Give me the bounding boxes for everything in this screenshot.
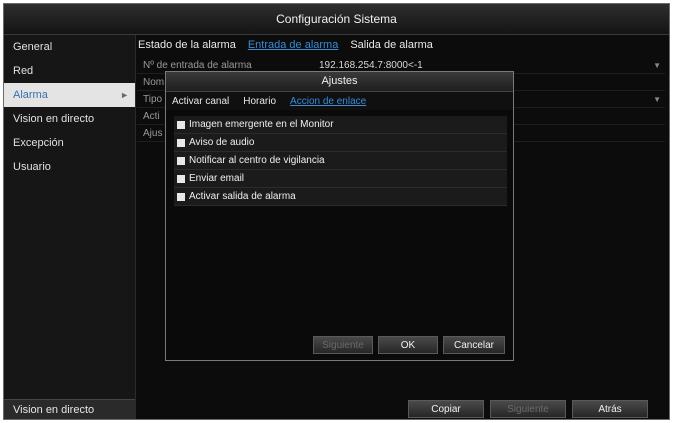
tab-alarm-status[interactable]: Estado de la alarma bbox=[138, 39, 236, 51]
dropdown-arrow-icon: ▼ bbox=[653, 95, 661, 104]
option-label: Enviar email bbox=[189, 173, 245, 184]
tab-linkage-action[interactable]: Accion de enlace bbox=[290, 96, 366, 107]
row-label: Acti bbox=[143, 111, 160, 122]
row-label: Nom bbox=[143, 77, 165, 88]
sidebar-item-label: Alarma bbox=[13, 89, 48, 101]
sidebar-item-user[interactable]: Usuario bbox=[4, 155, 135, 179]
sidebar-item-general[interactable]: General bbox=[4, 35, 135, 59]
tab-bar: Estado de la alarma Entrada de alarma Sa… bbox=[136, 36, 666, 54]
checkbox[interactable] bbox=[177, 156, 185, 165]
linkage-options: Imagen emergente en el Monitor Aviso de … bbox=[174, 116, 507, 206]
live-view-button[interactable]: Vision en directo bbox=[4, 399, 135, 419]
tab-schedule[interactable]: Horario bbox=[243, 96, 276, 107]
checkbox[interactable] bbox=[177, 138, 185, 147]
back-button[interactable]: Atrás bbox=[572, 400, 648, 418]
option-notify-center[interactable]: Notificar al centro de vigilancia bbox=[174, 152, 507, 170]
chevron-right-icon: ► bbox=[120, 90, 129, 100]
dialog-next-button[interactable]: Siguiente bbox=[313, 336, 373, 354]
tab-activate-channel[interactable]: Activar canal bbox=[172, 96, 229, 107]
checkbox[interactable] bbox=[177, 174, 185, 183]
row-label: Tipo bbox=[143, 94, 163, 105]
dropdown-arrow-icon: ▼ bbox=[653, 61, 661, 70]
sidebar-item-exception[interactable]: Excepción bbox=[4, 131, 135, 155]
option-label: Notificar al centro de vigilancia bbox=[189, 155, 325, 166]
sidebar-item-live-view[interactable]: Vision en directo bbox=[4, 107, 135, 131]
sidebar-item-alarm[interactable]: Alarma ► bbox=[4, 83, 135, 107]
row-label: Ajus bbox=[143, 128, 163, 139]
option-send-email[interactable]: Enviar email bbox=[174, 170, 507, 188]
dialog-button-bar: Siguiente OK Cancelar bbox=[166, 336, 513, 354]
next-button[interactable]: Siguiente bbox=[490, 400, 566, 418]
dialog-tab-bar: Activar canal Horario Accion de enlace bbox=[166, 92, 513, 110]
tab-alarm-output[interactable]: Salida de alarma bbox=[350, 39, 433, 51]
checkbox[interactable] bbox=[177, 120, 185, 129]
ok-button[interactable]: OK bbox=[378, 336, 438, 354]
copy-button[interactable]: Copiar bbox=[408, 400, 484, 418]
window-title: Configuración Sistema bbox=[4, 4, 669, 35]
settings-window: Configuración Sistema General Red Alarma… bbox=[3, 3, 670, 420]
tab-alarm-input[interactable]: Entrada de alarma bbox=[248, 39, 339, 51]
settings-dialog: Ajustes Activar canal Horario Accion de … bbox=[165, 71, 514, 361]
option-label: Aviso de audio bbox=[189, 137, 255, 148]
sidebar: General Red Alarma ► Vision en directo E… bbox=[4, 35, 136, 419]
option-audio-warning[interactable]: Aviso de audio bbox=[174, 134, 507, 152]
checkbox[interactable] bbox=[177, 192, 185, 201]
row-label: Nº de entrada de alarma bbox=[143, 60, 252, 71]
cancel-button[interactable]: Cancelar bbox=[443, 336, 505, 354]
option-label: Imagen emergente en el Monitor bbox=[189, 119, 334, 130]
sidebar-item-network[interactable]: Red bbox=[4, 59, 135, 83]
dialog-title: Ajustes bbox=[166, 72, 513, 92]
option-trigger-alarm-output[interactable]: Activar salida de alarma bbox=[174, 188, 507, 206]
option-label: Activar salida de alarma bbox=[189, 191, 296, 202]
option-popup-monitor[interactable]: Imagen emergente en el Monitor bbox=[174, 116, 507, 134]
